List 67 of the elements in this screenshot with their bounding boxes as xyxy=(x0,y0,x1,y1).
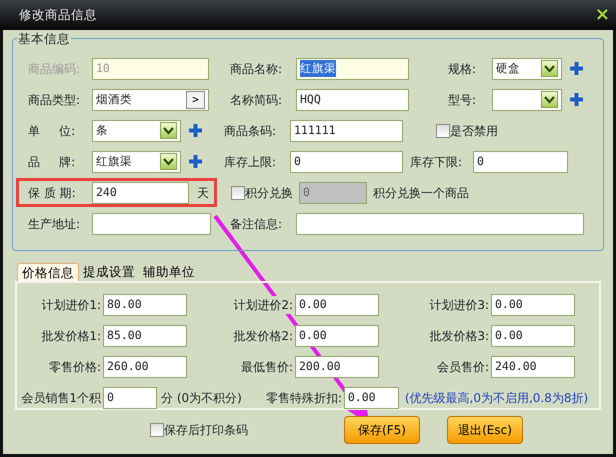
input-field[interactable]: 240.00 xyxy=(491,356,575,378)
input-field[interactable]: 0.00 xyxy=(295,324,379,346)
more-button[interactable]: > xyxy=(186,90,205,108)
field-label: 商品类型: xyxy=(28,92,82,108)
field-label: 商品编码: xyxy=(28,60,82,78)
window-title: 修改商品信息 xyxy=(19,6,97,24)
field-label: 型号: xyxy=(448,92,478,108)
field-label: 生产地址: xyxy=(28,216,82,232)
input-field[interactable]: 0 xyxy=(103,386,157,408)
field-label: 库存上限: xyxy=(224,154,278,170)
chevron-down-icon xyxy=(163,126,174,135)
input-field[interactable]: 240 xyxy=(92,182,189,204)
field-label: 分 (0为不积分) xyxy=(161,390,242,406)
plus-icon[interactable] xyxy=(570,93,583,106)
dropdown[interactable]: 硬盒 xyxy=(492,58,562,80)
input-field[interactable]: 烟酒类 > xyxy=(92,88,209,110)
close-button[interactable]: × xyxy=(594,6,610,24)
input-field[interactable]: 0 xyxy=(473,150,568,172)
plus-icon[interactable] xyxy=(189,155,202,168)
input-field[interactable] xyxy=(92,212,211,234)
checkbox[interactable] xyxy=(436,124,450,138)
field-label: 库存下限: xyxy=(410,154,464,170)
input-field[interactable]: 85.00 xyxy=(103,324,187,346)
tab[interactable]: 辅助单位 xyxy=(139,263,199,281)
input-field[interactable]: 200.00 xyxy=(295,356,379,378)
input-field[interactable]: 80.00 xyxy=(103,294,187,316)
field-label: 规格: xyxy=(448,60,478,78)
input-field[interactable]: 0.00 xyxy=(491,294,575,316)
input-field[interactable] xyxy=(296,212,584,234)
checkbox-label: 保存后打印条码 xyxy=(164,422,248,439)
plus-icon[interactable] xyxy=(570,62,583,75)
exit-button[interactable]: 退出(Esc) xyxy=(447,416,523,444)
field-label: 品 牌: xyxy=(28,154,76,170)
hint-text: (优先级最高,0为不启用,0.8为8折) xyxy=(404,390,588,406)
tab[interactable]: 提成设置 xyxy=(79,263,139,281)
input-field[interactable]: HQQ xyxy=(296,88,409,110)
input-field[interactable]: 红旗渠 xyxy=(296,58,409,80)
dropdown[interactable]: 条 xyxy=(92,120,181,142)
input-field[interactable]: 260.00 xyxy=(103,356,187,378)
field-label: 商品名称: xyxy=(230,60,284,78)
unit-label: 天 xyxy=(197,184,209,202)
tab[interactable]: 价格信息 xyxy=(17,263,79,281)
input-field[interactable]: 111111 xyxy=(290,120,403,142)
field-label: 积分兑换一个商品 xyxy=(373,184,469,202)
chevron-down-icon xyxy=(544,64,555,73)
field-label: 计划进价2: xyxy=(233,296,293,314)
dropdown[interactable] xyxy=(492,88,562,110)
checkbox-label: 是否禁用 xyxy=(450,122,498,140)
input-field[interactable]: 0.00 xyxy=(344,386,399,408)
save-button[interactable]: 保存(F5) xyxy=(344,416,420,444)
input-field[interactable]: 0.00 xyxy=(295,294,379,316)
field-label: 零售特殊折扣: xyxy=(266,388,342,406)
chevron-down-icon xyxy=(163,157,174,166)
field-label: 保 质 期: xyxy=(28,184,77,202)
dropdown[interactable]: 红旗渠 xyxy=(92,150,181,172)
field-label: 商品条码: xyxy=(224,122,278,140)
input-field[interactable]: 0 xyxy=(290,150,403,172)
checkbox[interactable] xyxy=(150,423,164,437)
plus-icon[interactable] xyxy=(189,124,202,137)
checkbox[interactable] xyxy=(231,186,245,200)
field-label: 备注信息: xyxy=(230,216,284,232)
input-field[interactable]: 0.00 xyxy=(491,324,575,346)
field-label: 名称简码: xyxy=(230,92,284,108)
checkbox-label: 积分兑换 xyxy=(245,184,293,202)
chevron-down-icon xyxy=(544,95,555,104)
field-label: 会员销售1个积 xyxy=(20,390,101,406)
field-label: 单 位: xyxy=(28,122,76,140)
